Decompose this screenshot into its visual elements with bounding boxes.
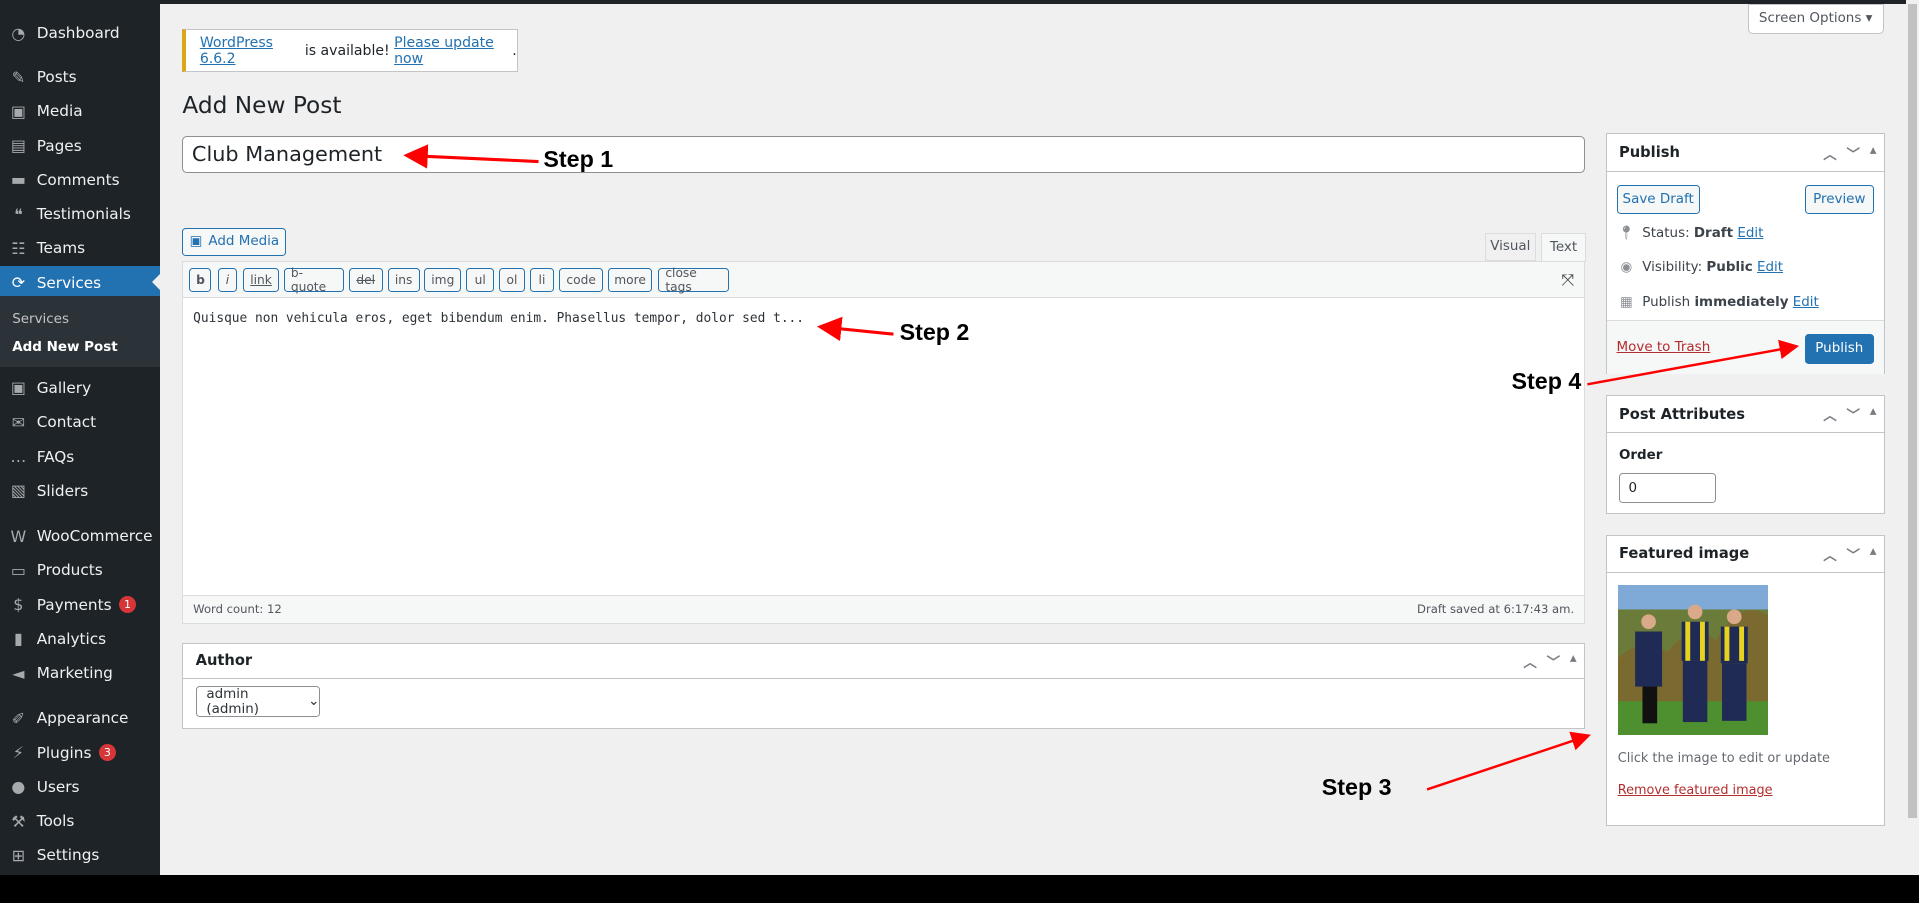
annotation-step-1: Step 1 [543, 145, 614, 172]
wp-admin-screen: ◔ Dashboard ✎ Posts ▣ Media ▤ Pages ▬ Comments ❝ Te… [0, 0, 1919, 903]
bottom-bar [0, 875, 1919, 903]
arrow-step-3 [1426, 731, 1591, 791]
annotation-step-2: Step 2 [899, 319, 970, 346]
arrow-step-4 [1587, 339, 1800, 386]
annotation-step-4: Step 4 [1511, 368, 1582, 395]
annotation-arrows [403, 144, 1800, 791]
annotation-step-3: Step 3 [1321, 773, 1392, 800]
arrow-step-2 [816, 316, 894, 342]
arrow-step-1 [403, 144, 539, 169]
